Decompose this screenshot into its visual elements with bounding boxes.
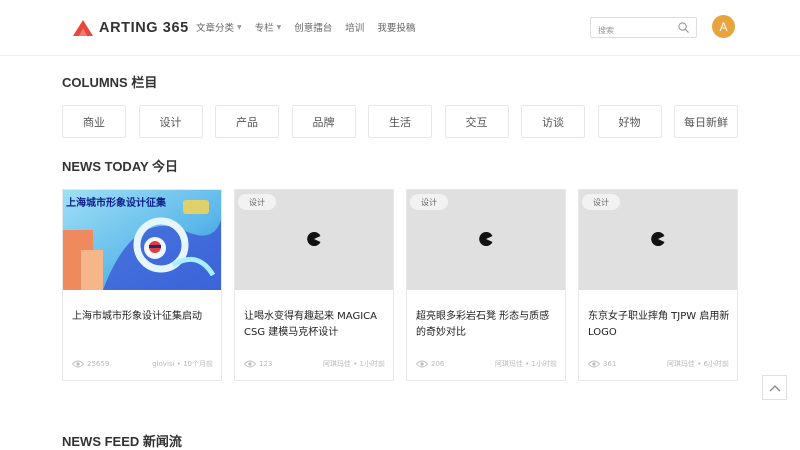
- nav-item-label: 培训: [345, 23, 365, 34]
- nav-item-label: 文章分类: [196, 23, 235, 34]
- chevron-up-icon: [769, 384, 780, 391]
- card-meta: 206 阿琪玛佳 • 1小时前: [416, 359, 557, 369]
- loading-placeholder-icon: [651, 232, 665, 246]
- card-title[interactable]: 东京女子职业摔角 TJPW 启用新 LOGO: [588, 309, 730, 340]
- view-count-value: 123: [259, 360, 273, 368]
- author-time: 阿琪玛佳 • 1小时前: [495, 359, 557, 369]
- news-card[interactable]: 设计让喝水变得有趣起来 MAGICA CSG 建模马克杯设计 123 阿琪玛佳 • …: [234, 189, 394, 381]
- column-button[interactable]: 商业: [62, 105, 126, 138]
- view-count: 123: [244, 359, 272, 369]
- meta-separator: •: [174, 360, 184, 368]
- nav-item-label: 我要投稿: [377, 23, 416, 34]
- author-time: glovisi • 10个月前: [152, 359, 213, 369]
- logo-text: ARTING 365: [99, 20, 189, 36]
- meta-separator: •: [350, 360, 360, 368]
- column-button[interactable]: 品牌: [291, 105, 356, 138]
- chevron-down-icon: ▼: [237, 23, 242, 31]
- column-button[interactable]: 好物: [597, 105, 662, 138]
- eye-icon: [72, 360, 84, 368]
- user-avatar[interactable]: A: [712, 15, 735, 38]
- post-time: 6小时前: [703, 360, 729, 368]
- author-time: 阿琪玛佳 • 6小时前: [667, 359, 729, 369]
- post-time: 1小时前: [359, 360, 385, 368]
- category-tag[interactable]: 设计: [410, 194, 448, 210]
- nav-item[interactable]: 专栏 ▼: [255, 20, 282, 34]
- post-time: 10个月前: [183, 360, 213, 368]
- eye-icon: [588, 360, 600, 368]
- card-meta: 123 阿琪玛佳 • 1小时前: [244, 359, 385, 369]
- card-title[interactable]: 上海市城市形象设计征集启动: [72, 309, 214, 325]
- column-button[interactable]: 每日新鲜: [674, 105, 738, 138]
- image-caption-text: 上海城市形象设计征集: [66, 196, 167, 209]
- view-count: 25659: [72, 359, 109, 369]
- post-time: 1小时前: [531, 360, 557, 368]
- site-logo[interactable]: ARTING 365: [72, 18, 189, 38]
- card-title[interactable]: 让喝水变得有趣起来 MAGICA CSG 建模马克杯设计: [244, 309, 386, 340]
- nav-item[interactable]: 培训: [345, 20, 364, 34]
- back-to-top-button[interactable]: [762, 375, 787, 400]
- column-button[interactable]: 设计: [138, 105, 203, 138]
- card-thumbnail: 设计: [235, 190, 393, 290]
- article-image: 上海城市形象设计征集: [63, 190, 221, 290]
- column-button[interactable]: 交互: [444, 105, 509, 138]
- eye-icon: [244, 360, 256, 368]
- view-count-value: 361: [603, 360, 617, 368]
- column-button[interactable]: 产品: [215, 105, 279, 138]
- news-today-section-title: NEWS TODAY 今日: [62, 159, 179, 174]
- columns-list: 商业 设计 产品 品牌 生活 交互 访谈 好物 每日新鲜: [62, 105, 738, 138]
- category-tag[interactable]: 设计: [582, 194, 620, 210]
- card-thumbnail: 设计: [407, 190, 565, 290]
- view-count-value: 25659: [87, 360, 110, 368]
- author-name[interactable]: 阿琪玛佳: [495, 360, 523, 368]
- arting-logo-icon: [73, 20, 93, 36]
- news-card[interactable]: 设计超亮眼多彩岩石凳 形态与质感的奇妙对比 206 阿琪玛佳 • 1小时前: [406, 189, 566, 381]
- news-today-cards: 上海城市形象设计征集上海市城市形象设计征集启动 25659 glovisi • 10…: [62, 189, 738, 381]
- author-name[interactable]: 阿琪玛佳: [323, 360, 351, 368]
- loading-placeholder-icon: [479, 232, 493, 246]
- search-box: [590, 17, 697, 40]
- top-header: ARTING 365 文章分类▼专栏▼创意擂台培训我要投稿 A: [0, 0, 800, 56]
- column-button[interactable]: 生活: [368, 105, 432, 138]
- columns-section-title: COLUMNS 栏目: [62, 75, 158, 90]
- category-tag[interactable]: 设计: [238, 194, 276, 210]
- nav-item-label: 专栏: [254, 23, 274, 34]
- news-card[interactable]: 设计东京女子职业摔角 TJPW 启用新 LOGO 361 阿琪玛佳 • 6小时前: [578, 189, 738, 381]
- main-nav: 文章分类 ▼ 专栏 ▼ 创意擂台 培训 我要投稿: [196, 20, 428, 34]
- chevron-down-icon: ▼: [276, 23, 282, 31]
- card-thumbnail: 设计: [579, 190, 737, 290]
- view-count-value: 206: [431, 360, 445, 368]
- card-meta: 25659 glovisi • 10个月前: [72, 359, 213, 369]
- view-count: 206: [416, 359, 444, 369]
- card-title[interactable]: 超亮眼多彩岩石凳 形态与质感的奇妙对比: [416, 309, 558, 340]
- news-card[interactable]: 上海城市形象设计征集上海市城市形象设计征集启动 25659 glovisi • 10…: [62, 189, 222, 381]
- view-count: 361: [588, 359, 616, 369]
- search-icon[interactable]: [678, 22, 689, 33]
- meta-separator: •: [694, 360, 704, 368]
- meta-separator: •: [522, 360, 532, 368]
- news-feed-section-title: NEWS FEED 新闻流: [62, 434, 182, 449]
- author-name[interactable]: glovisi: [152, 360, 174, 368]
- nav-item[interactable]: 我要投稿: [377, 20, 415, 34]
- loading-placeholder-icon: [307, 232, 321, 246]
- nav-item[interactable]: 文章分类 ▼: [196, 20, 242, 34]
- author-time: 阿琪玛佳 • 1小时前: [323, 359, 385, 369]
- eye-icon: [416, 360, 428, 368]
- author-name[interactable]: 阿琪玛佳: [667, 360, 695, 368]
- card-thumbnail: 上海城市形象设计征集: [63, 190, 221, 290]
- nav-item-label: 创意擂台: [294, 23, 333, 34]
- column-button[interactable]: 访谈: [521, 105, 585, 138]
- nav-item[interactable]: 创意擂台: [294, 20, 332, 34]
- card-meta: 361 阿琪玛佳 • 6小时前: [588, 359, 729, 369]
- search-input[interactable]: [591, 21, 673, 40]
